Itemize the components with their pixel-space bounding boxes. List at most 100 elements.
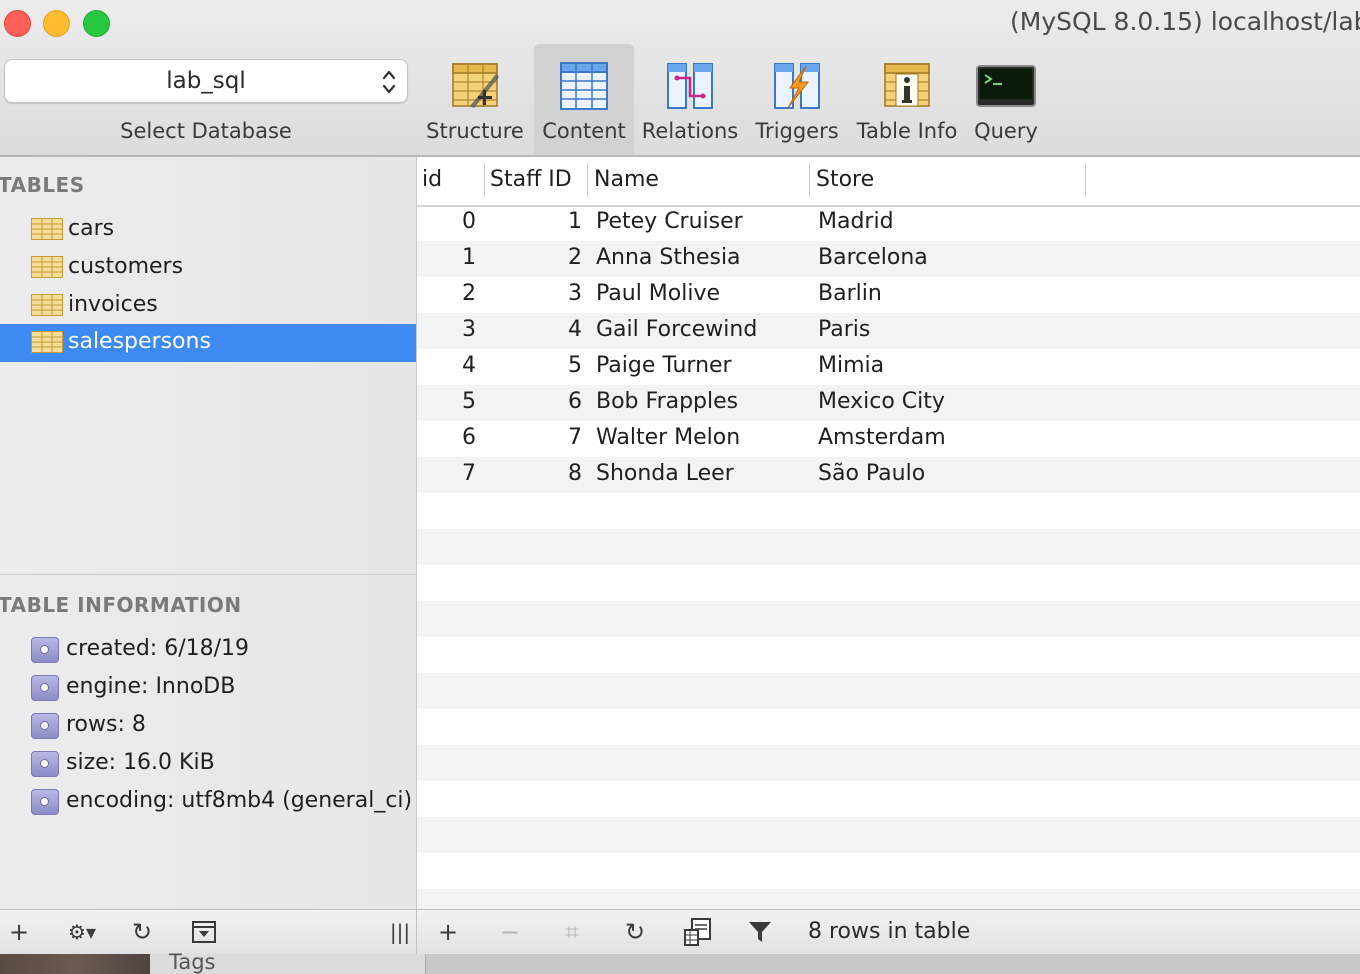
- table-icon: [31, 218, 63, 240]
- duplicate-row-button[interactable]: ⌗: [557, 918, 587, 946]
- cell-staff-id[interactable]: 5: [568, 353, 582, 378]
- cell-id[interactable]: 7: [462, 461, 476, 486]
- cell-id[interactable]: 3: [462, 317, 476, 342]
- cell-id[interactable]: 4: [462, 353, 476, 378]
- close-window-button[interactable]: [4, 10, 31, 37]
- table-row[interactable]: 5 6 Bob Frapples Mexico City: [417, 385, 1360, 421]
- column-header-id[interactable]: id: [422, 167, 442, 192]
- empty-row: [417, 601, 1360, 637]
- table-row[interactable]: 4 5 Paige Turner Mimia: [417, 349, 1360, 385]
- cell-id[interactable]: 1: [462, 245, 476, 270]
- cell-store[interactable]: Barlin: [818, 281, 882, 306]
- relations-icon: [667, 63, 713, 109]
- sidebar-resize-handle[interactable]: |||: [386, 918, 414, 946]
- content-table: id Staff ID Name Store 0 1 Petey Cruiser Ma…: [417, 157, 1360, 909]
- cell-staff-id[interactable]: 4: [568, 317, 582, 342]
- toolbar-triggers-button[interactable]: Triggers: [746, 44, 848, 154]
- cell-staff-id[interactable]: 6: [568, 389, 582, 414]
- empty-row: [417, 745, 1360, 781]
- cell-store[interactable]: São Paulo: [818, 461, 925, 486]
- column-divider[interactable]: [809, 163, 810, 197]
- toolbar-query-label: Query: [974, 119, 1038, 143]
- table-icon: [31, 294, 63, 316]
- table-icon: [31, 331, 63, 353]
- cell-store[interactable]: Madrid: [818, 209, 894, 234]
- cell-name[interactable]: Anna Sthesia: [596, 245, 741, 270]
- gear-menu-button[interactable]: ⚙▾: [60, 918, 104, 946]
- empty-row: [417, 637, 1360, 673]
- cell-id[interactable]: 0: [462, 209, 476, 234]
- column-divider[interactable]: [587, 163, 588, 197]
- cell-id[interactable]: 2: [462, 281, 476, 306]
- cell-store[interactable]: Barcelona: [818, 245, 928, 270]
- info-created-text: created: 6/18/19: [66, 636, 250, 661]
- filter-icon[interactable]: [748, 920, 772, 944]
- toolbar-triggers-label: Triggers: [755, 119, 839, 143]
- toolbar-relations-button[interactable]: Relations: [638, 44, 742, 154]
- structure-icon: [452, 63, 499, 108]
- sidebar-table-customers[interactable]: customers: [0, 249, 416, 287]
- background-tags-tab[interactable]: Tags: [150, 950, 426, 974]
- toolbar-content-button[interactable]: Content: [534, 44, 634, 154]
- toggle-panel-icon[interactable]: [192, 921, 216, 943]
- database-select[interactable]: lab_sql: [4, 59, 408, 103]
- sidebar-table-cars[interactable]: cars: [0, 211, 416, 249]
- sidebar-divider[interactable]: [0, 574, 416, 575]
- cell-staff-id[interactable]: 7: [568, 425, 582, 450]
- refresh-tables-button[interactable]: ↻: [128, 918, 156, 946]
- table-row[interactable]: 6 7 Walter Melon Amsterdam: [417, 421, 1360, 457]
- minimize-window-button[interactable]: [43, 10, 70, 37]
- column-divider[interactable]: [484, 163, 485, 197]
- triggers-icon: [774, 63, 820, 109]
- column-header-store[interactable]: Store: [816, 167, 874, 192]
- remove-row-button[interactable]: −: [497, 918, 523, 946]
- content-icon: [560, 62, 608, 110]
- table-row[interactable]: 7 8 Shonda Leer São Paulo: [417, 457, 1360, 493]
- table-row[interactable]: 0 1 Petey Cruiser Madrid: [417, 205, 1360, 241]
- table-row[interactable]: 2 3 Paul Molive Barlin: [417, 277, 1360, 313]
- sidebar-table-label: cars: [68, 216, 115, 241]
- maximize-window-button[interactable]: [83, 10, 110, 37]
- table-row[interactable]: 1 2 Anna Sthesia Barcelona: [417, 241, 1360, 277]
- column-divider[interactable]: [1085, 163, 1086, 197]
- cell-name[interactable]: Bob Frapples: [596, 389, 738, 414]
- toolbar-relations-label: Relations: [641, 119, 739, 143]
- cell-store[interactable]: Amsterdam: [818, 425, 946, 450]
- cell-store[interactable]: Mimia: [818, 353, 884, 378]
- cell-name[interactable]: Shonda Leer: [596, 461, 734, 486]
- cell-name[interactable]: Paul Molive: [596, 281, 720, 306]
- column-header-staff-id[interactable]: Staff ID: [490, 167, 572, 192]
- add-table-button[interactable]: +: [6, 918, 32, 946]
- empty-row: [417, 493, 1360, 529]
- cell-staff-id[interactable]: 2: [568, 245, 582, 270]
- cell-name[interactable]: Paige Turner: [596, 353, 732, 378]
- toolbar-structure-button[interactable]: Structure: [420, 44, 530, 154]
- cell-name[interactable]: Petey Cruiser: [596, 209, 743, 234]
- info-size-text: size: 16.0 KiB: [66, 750, 215, 775]
- tables-section-header: TABLES: [0, 173, 85, 197]
- refresh-content-button[interactable]: ↻: [621, 918, 649, 946]
- cell-staff-id[interactable]: 3: [568, 281, 582, 306]
- add-row-button[interactable]: +: [435, 918, 461, 946]
- export-icon[interactable]: [683, 917, 713, 947]
- cell-name[interactable]: Walter Melon: [596, 425, 740, 450]
- sidebar-bottom-bar: + ⚙▾ ↻ |||: [0, 909, 417, 954]
- cell-store[interactable]: Mexico City: [818, 389, 945, 414]
- toolbar-content-label: Content: [542, 119, 626, 143]
- table-row[interactable]: 3 4 Gail Forcewind Paris: [417, 313, 1360, 349]
- background-tags-label: Tags: [169, 950, 216, 974]
- toolbar-query-button[interactable]: Query: [966, 44, 1046, 154]
- cell-name[interactable]: Gail Forcewind: [596, 317, 757, 342]
- sidebar-table-label: customers: [68, 254, 184, 279]
- empty-row: [417, 853, 1360, 889]
- toolbar-structure-label: Structure: [426, 119, 524, 143]
- cell-staff-id[interactable]: 8: [568, 461, 582, 486]
- cell-staff-id[interactable]: 1: [568, 209, 582, 234]
- column-header-name[interactable]: Name: [594, 167, 659, 192]
- sidebar-table-invoices[interactable]: invoices: [0, 287, 416, 325]
- cell-id[interactable]: 5: [462, 389, 476, 414]
- cell-store[interactable]: Paris: [818, 317, 870, 342]
- toolbar-table-info-button[interactable]: Table Info: [852, 44, 962, 154]
- cell-id[interactable]: 6: [462, 425, 476, 450]
- sidebar-table-salespersons[interactable]: salespersons: [0, 324, 416, 362]
